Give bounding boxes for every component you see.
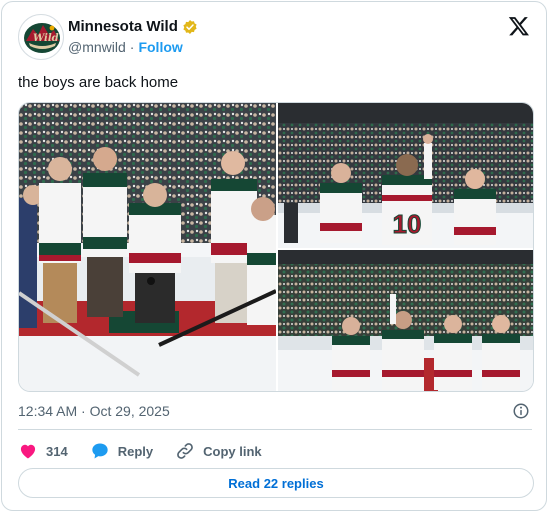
follow-button[interactable]: Follow: [138, 39, 182, 55]
photo-four-players[interactable]: [278, 250, 533, 391]
four-players-image: [278, 250, 533, 391]
puck-drop-image: [19, 103, 276, 391]
action-bar: 314 Reply Copy link: [18, 439, 284, 463]
info-icon[interactable]: [512, 402, 530, 420]
like-button[interactable]: 314: [18, 441, 68, 461]
handle-separator: ·: [129, 39, 135, 55]
reply-bubble-icon: [92, 443, 108, 459]
media-grid: 10: [18, 102, 534, 392]
tweet-text: the boys are back home: [18, 74, 179, 91]
number-ten-image: 10: [278, 103, 533, 248]
divider: [18, 429, 532, 430]
wild-logo-icon: Wild: [24, 23, 60, 53]
verified-badge-icon: [183, 19, 197, 34]
link-icon: [177, 443, 193, 459]
author-name[interactable]: Minnesota Wild: [68, 18, 178, 35]
x-logo-icon[interactable]: [508, 15, 530, 37]
copy-link-button[interactable]: Copy link: [175, 441, 262, 461]
jersey-number: 10: [393, 209, 422, 239]
reply-button[interactable]: Reply: [90, 441, 153, 461]
read-replies-button[interactable]: Read 22 replies: [18, 468, 534, 498]
tweet-card: Wild Minnesota Wild @mnwild · Follow the…: [1, 1, 547, 511]
like-count: 314: [46, 443, 68, 459]
heart-icon: [20, 444, 36, 459]
avatar[interactable]: Wild: [18, 14, 64, 60]
reply-label: Reply: [117, 443, 154, 459]
photo-number-ten[interactable]: 10: [278, 103, 533, 248]
author-handle[interactable]: @mnwild: [68, 39, 126, 55]
tweet-timestamp[interactable]: 12:34 AM · Oct 29, 2025: [18, 403, 170, 419]
photo-puck-drop[interactable]: [19, 103, 276, 391]
copy-link-label: Copy link: [203, 443, 262, 459]
svg-text:Wild: Wild: [33, 33, 59, 44]
